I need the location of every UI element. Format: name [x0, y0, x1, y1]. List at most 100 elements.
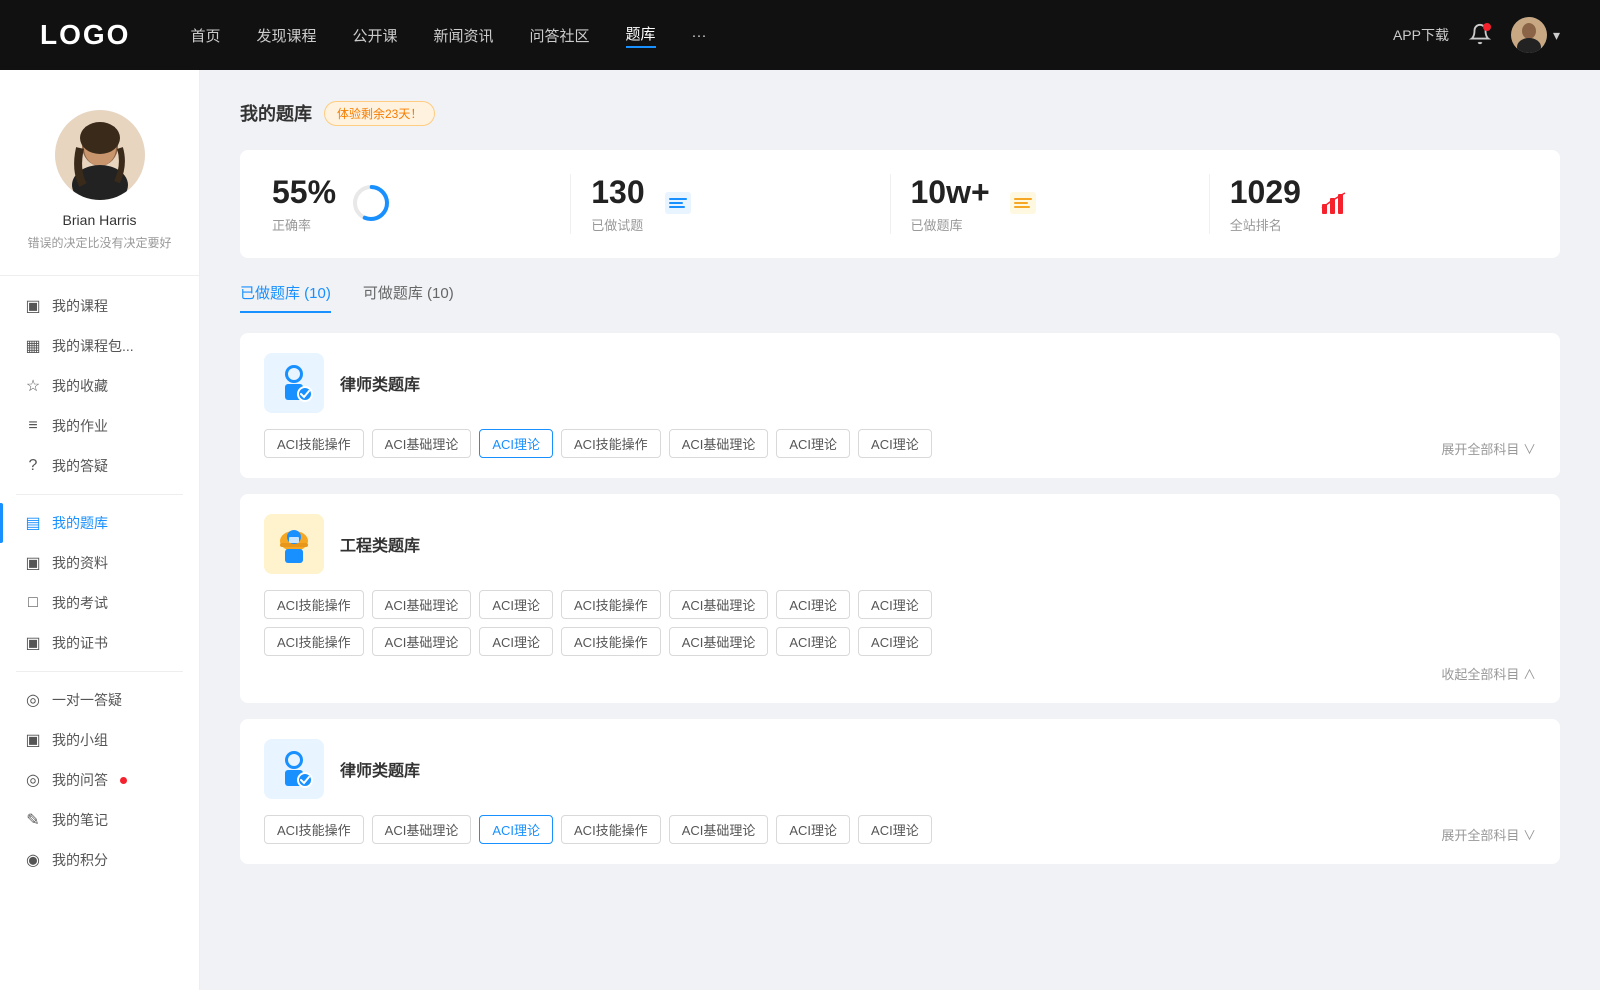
tag-2-12[interactable]: ACI基础理论 — [669, 627, 769, 656]
list-blue-icon — [661, 186, 695, 223]
page-title: 我的题库 — [240, 100, 312, 126]
tag-3-1[interactable]: ACI技能操作 — [264, 815, 364, 844]
tag-2-13[interactable]: ACI理论 — [776, 627, 850, 656]
sidebar-item-favorites[interactable]: ☆ 我的收藏 — [0, 366, 199, 406]
user-section: Brian Harris 错误的决定比没有决定要好 — [0, 90, 199, 276]
bank-card-engineer: 工程类题库 ACI技能操作 ACI基础理论 ACI理论 ACI技能操作 ACI基… — [240, 494, 1560, 703]
notes-icon: ✎ — [24, 810, 42, 830]
sidebar-item-groups[interactable]: ▣ 我的小组 — [0, 720, 199, 760]
stat-done-questions: 130 已做试题 — [571, 174, 890, 234]
notification-bell[interactable] — [1469, 23, 1491, 48]
tag-2-8[interactable]: ACI技能操作 — [264, 627, 364, 656]
bank-tags-row-2-1: ACI技能操作 ACI基础理论 ACI理论 ACI技能操作 ACI基础理论 AC… — [264, 590, 1536, 619]
done-label: 已做试题 — [591, 215, 644, 234]
sidebar-item-materials[interactable]: ▣ 我的资料 — [0, 543, 199, 583]
nav-news[interactable]: 新闻资讯 — [434, 25, 494, 46]
sidebar-item-exam[interactable]: □ 我的考试 — [0, 583, 199, 623]
course-icon: ▣ — [24, 296, 42, 316]
sidebar-item-question-bank[interactable]: ▤ 我的题库 — [0, 503, 199, 543]
app-download-button[interactable]: APP下载 — [1393, 25, 1449, 45]
bank-card-header-2: 工程类题库 — [264, 514, 1536, 574]
nav-open-course[interactable]: 公开课 — [352, 25, 397, 46]
page-header: 我的题库 体验剩余23天！ — [240, 100, 1560, 126]
nav-more[interactable]: ··· — [692, 27, 707, 44]
qa-icon: ? — [24, 457, 42, 475]
sidebar-item-points[interactable]: ◉ 我的积分 — [0, 840, 199, 880]
user-motto: 错误的决定比没有决定要好 — [17, 234, 181, 251]
tab-done-banks[interactable]: 已做题库 (10) — [240, 282, 331, 313]
sidebar-item-one-on-one[interactable]: ◎ 一对一答疑 — [0, 680, 199, 720]
tag-1-4[interactable]: ACI技能操作 — [561, 429, 661, 458]
sidebar: Brian Harris 错误的决定比没有决定要好 ▣ 我的课程 ▦ 我的课程包… — [0, 70, 200, 990]
bank-tags-3: ACI技能操作 ACI基础理论 ACI理论 ACI技能操作 ACI基础理论 AC… — [264, 815, 1426, 844]
tag-2-14[interactable]: ACI理论 — [858, 627, 932, 656]
tag-1-3[interactable]: ACI理论 — [479, 429, 553, 458]
tag-3-4[interactable]: ACI技能操作 — [561, 815, 661, 844]
bank-name-1: 律师类题库 — [340, 371, 420, 395]
nav-question-bank[interactable]: 题库 — [626, 23, 656, 48]
bank-card-header-1: 律师类题库 — [264, 353, 1536, 413]
nav-discover[interactable]: 发现课程 — [256, 25, 316, 46]
main-layout: Brian Harris 错误的决定比没有决定要好 ▣ 我的课程 ▦ 我的课程包… — [0, 70, 1600, 990]
banks-value: 10w+ — [911, 174, 990, 211]
tag-2-2[interactable]: ACI基础理论 — [372, 590, 472, 619]
sidebar-item-notes[interactable]: ✎ 我的笔记 — [0, 800, 199, 840]
stat-accuracy-text: 55% 正确率 — [272, 174, 336, 234]
materials-icon: ▣ — [24, 553, 42, 573]
tag-1-2[interactable]: ACI基础理论 — [372, 429, 472, 458]
groups-icon: ▣ — [24, 730, 42, 750]
tag-2-6[interactable]: ACI理论 — [776, 590, 850, 619]
tag-1-5[interactable]: ACI基础理论 — [669, 429, 769, 458]
tag-2-3[interactable]: ACI理论 — [479, 590, 553, 619]
bank-name-2: 工程类题库 — [340, 532, 420, 556]
sidebar-item-my-course[interactable]: ▣ 我的课程 — [0, 286, 199, 326]
expand-link-3[interactable]: 展开全部科目 ∨ — [1426, 817, 1536, 844]
collapse-link-2[interactable]: 收起全部科目 ∧ — [264, 664, 1536, 683]
tag-2-5[interactable]: ACI基础理论 — [669, 590, 769, 619]
qa-badge-dot — [120, 777, 127, 784]
chevron-down-icon: ▾ — [1553, 27, 1560, 44]
tag-1-1[interactable]: ACI技能操作 — [264, 429, 364, 458]
sidebar-item-course-package[interactable]: ▦ 我的课程包... — [0, 326, 199, 366]
tag-1-7[interactable]: ACI理论 — [858, 429, 932, 458]
tag-2-4[interactable]: ACI技能操作 — [561, 590, 661, 619]
tag-2-11[interactable]: ACI技能操作 — [561, 627, 661, 656]
rank-value: 1029 — [1230, 174, 1301, 211]
tag-2-7[interactable]: ACI理论 — [858, 590, 932, 619]
expand-link-1[interactable]: 展开全部科目 ∨ — [1426, 431, 1536, 458]
tag-2-1[interactable]: ACI技能操作 — [264, 590, 364, 619]
chart-red-icon — [1317, 186, 1351, 223]
my-qa-icon: ◎ — [24, 770, 42, 790]
tag-1-6[interactable]: ACI理论 — [776, 429, 850, 458]
sidebar-menu: ▣ 我的课程 ▦ 我的课程包... ☆ 我的收藏 ≡ 我的作业 ? 我的答疑 ▤ — [0, 276, 199, 890]
logo: LOGO — [40, 19, 130, 51]
tab-available-banks[interactable]: 可做题库 (10) — [363, 282, 454, 313]
main-content: 我的题库 体验剩余23天！ 55% 正确率 130 — [200, 70, 1600, 990]
sidebar-item-my-qa[interactable]: ◎ 我的问答 — [0, 760, 199, 800]
tag-3-6[interactable]: ACI理论 — [776, 815, 850, 844]
star-icon: ☆ — [24, 376, 42, 396]
bank-name-3: 律师类题库 — [340, 757, 420, 781]
stat-ranking: 1029 全站排名 — [1210, 174, 1528, 234]
list-yellow-icon — [1006, 186, 1040, 223]
sidebar-item-qa[interactable]: ? 我的答疑 — [0, 446, 199, 486]
homework-icon: ≡ — [24, 417, 42, 435]
user-avatar-sidebar — [55, 110, 145, 200]
tag-3-7[interactable]: ACI理论 — [858, 815, 932, 844]
navbar-right: APP下载 ▾ — [1393, 17, 1560, 53]
sidebar-item-certificate[interactable]: ▣ 我的证书 — [0, 623, 199, 663]
tag-3-5[interactable]: ACI基础理论 — [669, 815, 769, 844]
nav-qa[interactable]: 问答社区 — [530, 25, 590, 46]
tag-3-3[interactable]: ACI理论 — [479, 815, 553, 844]
user-avatar-nav[interactable]: ▾ — [1511, 17, 1560, 53]
sidebar-item-homework[interactable]: ≡ 我的作业 — [0, 406, 199, 446]
stat-banks-text: 10w+ 已做题库 — [911, 174, 990, 234]
nav-home[interactable]: 首页 — [190, 25, 220, 46]
bank-card-header-3: 律师类题库 — [264, 739, 1536, 799]
pie-chart-icon — [352, 184, 390, 225]
tag-3-2[interactable]: ACI基础理论 — [372, 815, 472, 844]
question-bank-icon: ▤ — [24, 513, 42, 533]
bank-card-lawyer-3: 律师类题库 ACI技能操作 ACI基础理论 ACI理论 ACI技能操作 ACI基… — [240, 719, 1560, 864]
tag-2-10[interactable]: ACI理论 — [479, 627, 553, 656]
tag-2-9[interactable]: ACI基础理论 — [372, 627, 472, 656]
